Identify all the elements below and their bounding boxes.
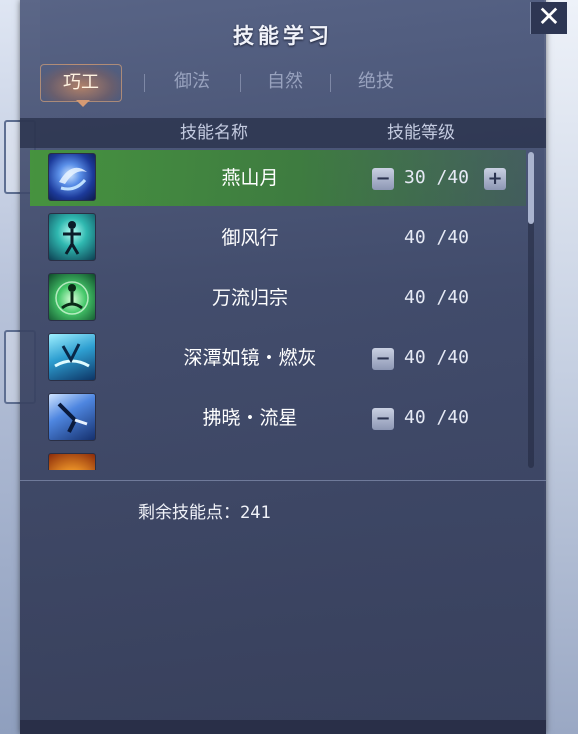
remaining-points-label: 剩余技能点： (138, 503, 240, 523)
bottom-bar (20, 720, 546, 734)
skill-level: 40 /40 (404, 407, 470, 428)
category-tabs: 巧工 御法 自然 绝技 (40, 64, 440, 102)
increase-level-button[interactable]: + (484, 168, 506, 190)
tab-ziran[interactable]: 自然 (245, 64, 325, 100)
skill-name: 深潭如镜・燃灰 (183, 347, 317, 369)
decrease-level-button[interactable]: − (372, 408, 394, 430)
water-mirror-icon (48, 333, 96, 381)
skill-row[interactable]: 拂晓・流星 − 40 /40 (30, 390, 526, 446)
window-title: 技能学习 (233, 24, 333, 48)
skill-name: 燕山月 (221, 167, 279, 189)
skill-level: 30 /40 (404, 167, 470, 188)
tab-yufa[interactable]: 御法 (152, 64, 232, 100)
meteor-kick-icon (48, 393, 96, 441)
tab-divider (144, 74, 145, 92)
crescent-swirl-icon (48, 153, 96, 201)
header-skill-name: 技能名称 (180, 123, 248, 143)
scrollbar[interactable] (528, 152, 534, 468)
skill-name: 御风行 (221, 227, 279, 249)
tab-qiaogong[interactable]: 巧工 (40, 64, 122, 102)
tab-divider (240, 74, 241, 92)
close-button[interactable]: ✕ (530, 2, 567, 34)
skill-name: 万流归宗 (211, 287, 288, 309)
skill-list: 燕山月 − 30 /40 + 御风行 40 /40 万流归宗 40 /40 深潭… (20, 150, 546, 470)
tab-divider (330, 74, 331, 92)
decrease-level-button[interactable]: − (372, 168, 394, 190)
skill-level: 40 /40 (404, 287, 470, 308)
skill-row[interactable]: 御风行 40 /40 (30, 210, 526, 266)
tab-jueji[interactable]: 绝技 (336, 64, 416, 100)
skill-level: 40 /40 (404, 227, 470, 248)
decrease-level-button[interactable]: − (372, 348, 394, 370)
skill-name: 拂晓・流星 (202, 407, 298, 429)
background-right (544, 0, 578, 734)
skill-row[interactable] (30, 450, 526, 470)
remaining-points-value: 241 (240, 503, 271, 523)
divider (20, 480, 546, 481)
skill-row[interactable]: 万流归宗 40 /40 (30, 270, 526, 326)
skill-level: 40 /40 (404, 347, 470, 368)
skill-row[interactable]: 深潭如镜・燃灰 − 40 /40 (30, 330, 526, 386)
remaining-skill-points: 剩余技能点：241 (138, 498, 271, 523)
header-skill-level: 技能等级 (387, 123, 455, 143)
scrollbar-thumb[interactable] (528, 152, 534, 224)
fire-ring-icon (48, 453, 96, 470)
skill-row[interactable]: 燕山月 − 30 /40 + (30, 150, 526, 206)
skill-learning-panel: 技能学习 巧工 御法 自然 绝技 技能名称 技能等级 燕山月 − 30 /40 … (20, 0, 567, 734)
table-header: 技能名称 技能等级 (20, 118, 546, 148)
meditation-aura-icon (48, 273, 96, 321)
wind-figure-icon (48, 213, 96, 261)
active-tab-pointer-icon (76, 100, 90, 107)
